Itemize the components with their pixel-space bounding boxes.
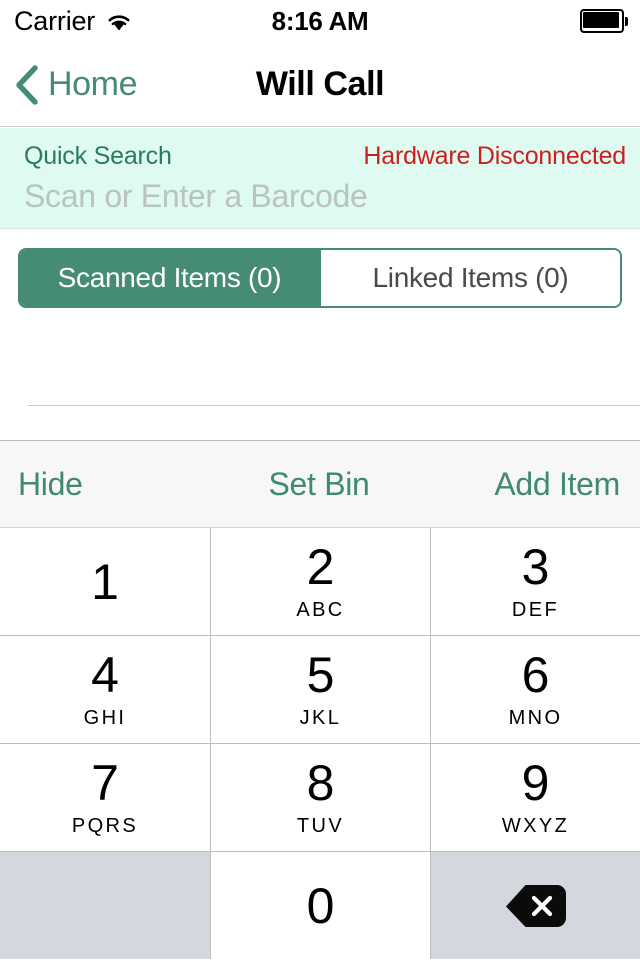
page-title: Will Call: [255, 65, 385, 103]
status-bar-clock: 8:16 AM: [271, 5, 369, 36]
key-7-letters: PQRS: [71, 814, 139, 837]
items-segmented-control: Scanned Items (0) Linked Items (0): [18, 248, 622, 308]
key-6-letters: MNO: [508, 706, 563, 729]
items-list[interactable]: [0, 309, 640, 440]
key-4[interactable]: 4 GHI: [0, 636, 210, 743]
key-6[interactable]: 6 MNO: [431, 636, 640, 743]
key-4-digit: 4: [91, 646, 119, 703]
key-8-digit: 8: [306, 754, 335, 811]
key-7[interactable]: 7 PQRS: [0, 744, 210, 851]
key-9[interactable]: 9 WXYZ: [431, 744, 640, 851]
status-bar-right: [580, 0, 628, 42]
add-item-button[interactable]: Add Item: [419, 440, 640, 528]
key-2-letters: ABC: [296, 598, 345, 621]
key-4-letters: GHI: [83, 706, 127, 729]
key-6-digit: 6: [521, 646, 550, 703]
numeric-keypad: 1 2 ABC 3 DEF 4 GHI 5 JKL 6 MNO 7 PQRS 8…: [0, 528, 640, 960]
key-1[interactable]: 1: [0, 528, 210, 635]
key-9-digit: 9: [521, 754, 550, 811]
key-0[interactable]: 0: [211, 852, 430, 959]
key-1-digit: 1: [91, 553, 119, 610]
quick-search-label: Quick Search: [24, 142, 172, 170]
key-8-letters: TUV: [296, 814, 345, 837]
key-backspace[interactable]: [431, 852, 640, 959]
status-bar: Carrier 8:16 AM: [0, 0, 640, 42]
hide-keyboard-button[interactable]: Hide: [0, 440, 219, 528]
battery-full-icon: [580, 9, 628, 33]
keyboard-accessory-toolbar: Hide Set Bin Add Item: [0, 440, 640, 528]
navigation-bar: Home Will Call: [0, 42, 640, 127]
hardware-status-label: Hardware Disconnected: [363, 142, 626, 170]
app-screen: Carrier 8:16 AM Home Will Call Quick Sea…: [0, 0, 640, 960]
key-5[interactable]: 5 JKL: [211, 636, 430, 743]
key-3-digit: 3: [521, 538, 550, 595]
quick-search-panel: Quick Search Hardware Disconnected: [0, 128, 640, 229]
key-5-digit: 5: [306, 646, 335, 703]
key-0-digit: 0: [306, 877, 335, 934]
key-5-letters: JKL: [299, 706, 342, 729]
segment-linked-items[interactable]: Linked Items (0): [321, 250, 620, 306]
backspace-icon: [503, 883, 569, 929]
barcode-search-input[interactable]: [24, 175, 614, 217]
key-2-digit: 2: [306, 538, 335, 595]
set-bin-button[interactable]: Set Bin: [219, 440, 420, 528]
key-2[interactable]: 2 ABC: [211, 528, 430, 635]
key-7-digit: 7: [91, 754, 119, 811]
key-blank[interactable]: [0, 852, 210, 959]
quick-search-header: Quick Search Hardware Disconnected: [0, 142, 640, 172]
key-3-letters: DEF: [511, 598, 560, 621]
list-separator: [28, 405, 640, 406]
key-9-letters: WXYZ: [501, 814, 570, 837]
segment-scanned-items[interactable]: Scanned Items (0): [20, 250, 319, 306]
key-3[interactable]: 3 DEF: [431, 528, 640, 635]
key-8[interactable]: 8 TUV: [211, 744, 430, 851]
